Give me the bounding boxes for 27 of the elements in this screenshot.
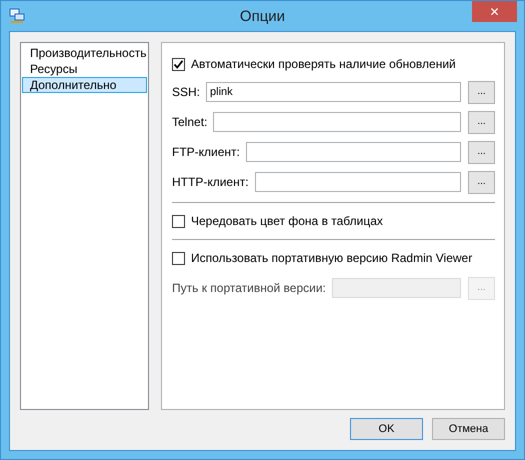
browse-button[interactable]: ...	[468, 140, 495, 164]
category-item[interactable]: Ресурсы	[22, 61, 147, 77]
input-field[interactable]	[213, 112, 461, 132]
field-label: Путь к портативной версии:	[172, 281, 326, 295]
checkbox[interactable]	[172, 58, 185, 70]
field-label: FTP-клиент:	[172, 145, 240, 159]
checkbox-label: Использовать портативную версию Radmin Viewer	[191, 251, 472, 265]
field-label: SSH:	[172, 85, 200, 99]
window-title: Опции	[240, 8, 286, 24]
field-label: Telnet:	[172, 115, 208, 129]
category-item[interactable]: Дополнительно	[22, 77, 147, 93]
input-field[interactable]	[246, 142, 461, 162]
input-field[interactable]	[254, 172, 461, 192]
dialog-button[interactable]: Отмена	[432, 418, 505, 440]
dialog-button[interactable]: OK	[350, 418, 423, 440]
browse-button[interactable]: ...	[468, 80, 495, 104]
browse-button[interactable]: ...	[468, 110, 495, 134]
category-item[interactable]: Производительность	[22, 45, 147, 61]
close-button[interactable]: ✕	[472, 1, 517, 22]
checkbox[interactable]	[172, 214, 185, 228]
checkbox[interactable]	[172, 252, 185, 264]
field-label: HTTP-клиент:	[172, 175, 249, 189]
checkbox-label: Автоматически проверять наличие обновлений	[191, 57, 456, 71]
input-field[interactable]: plink	[206, 82, 461, 102]
browse-button[interactable]: ...	[468, 170, 495, 194]
checkbox-label: Чередовать цвет фона в таблицах	[191, 214, 383, 228]
network-computer-icon	[9, 8, 25, 24]
